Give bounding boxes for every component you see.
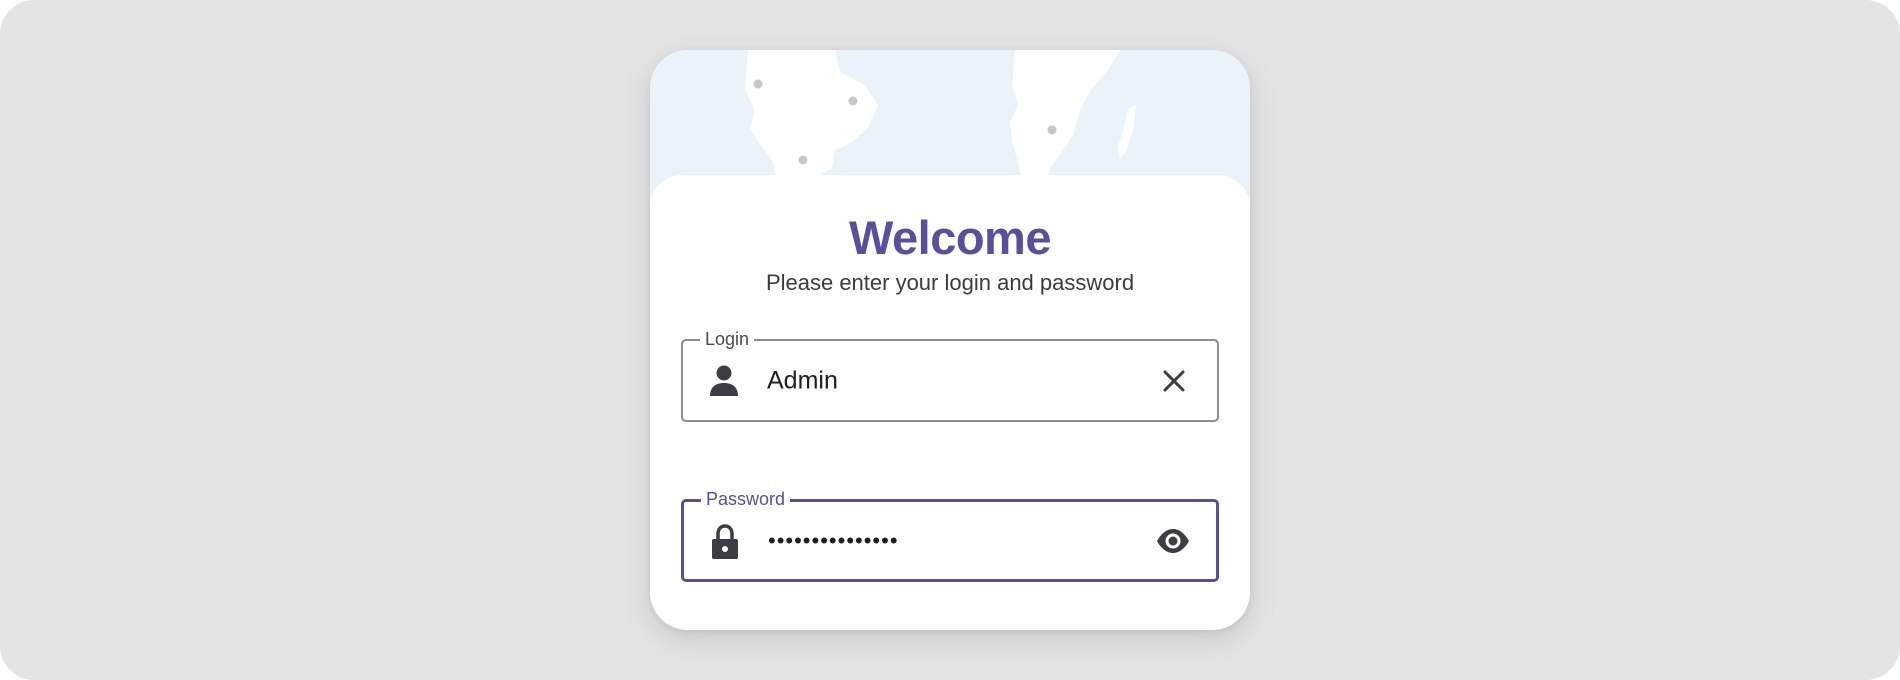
page-title: Welcome	[849, 211, 1052, 264]
page-subtitle: Please enter your login and password	[765, 270, 1135, 295]
eye-icon[interactable]	[1156, 524, 1190, 558]
clear-icon[interactable]	[1157, 364, 1191, 398]
password-field-label: Password	[701, 486, 791, 512]
password-field[interactable]: Password •••••••••••••••	[681, 486, 1219, 582]
login-field-label: Login	[700, 326, 755, 352]
login-field[interactable]: Login	[681, 326, 1219, 422]
person-icon	[709, 364, 739, 398]
password-input[interactable]: •••••••••••••••	[768, 528, 1148, 554]
login-input[interactable]	[767, 366, 1147, 395]
form-content: Welcome Please enter your login and pass…	[650, 50, 1250, 630]
screen-background: Welcome Please enter your login and pass…	[0, 0, 1900, 680]
lock-icon	[710, 523, 740, 559]
